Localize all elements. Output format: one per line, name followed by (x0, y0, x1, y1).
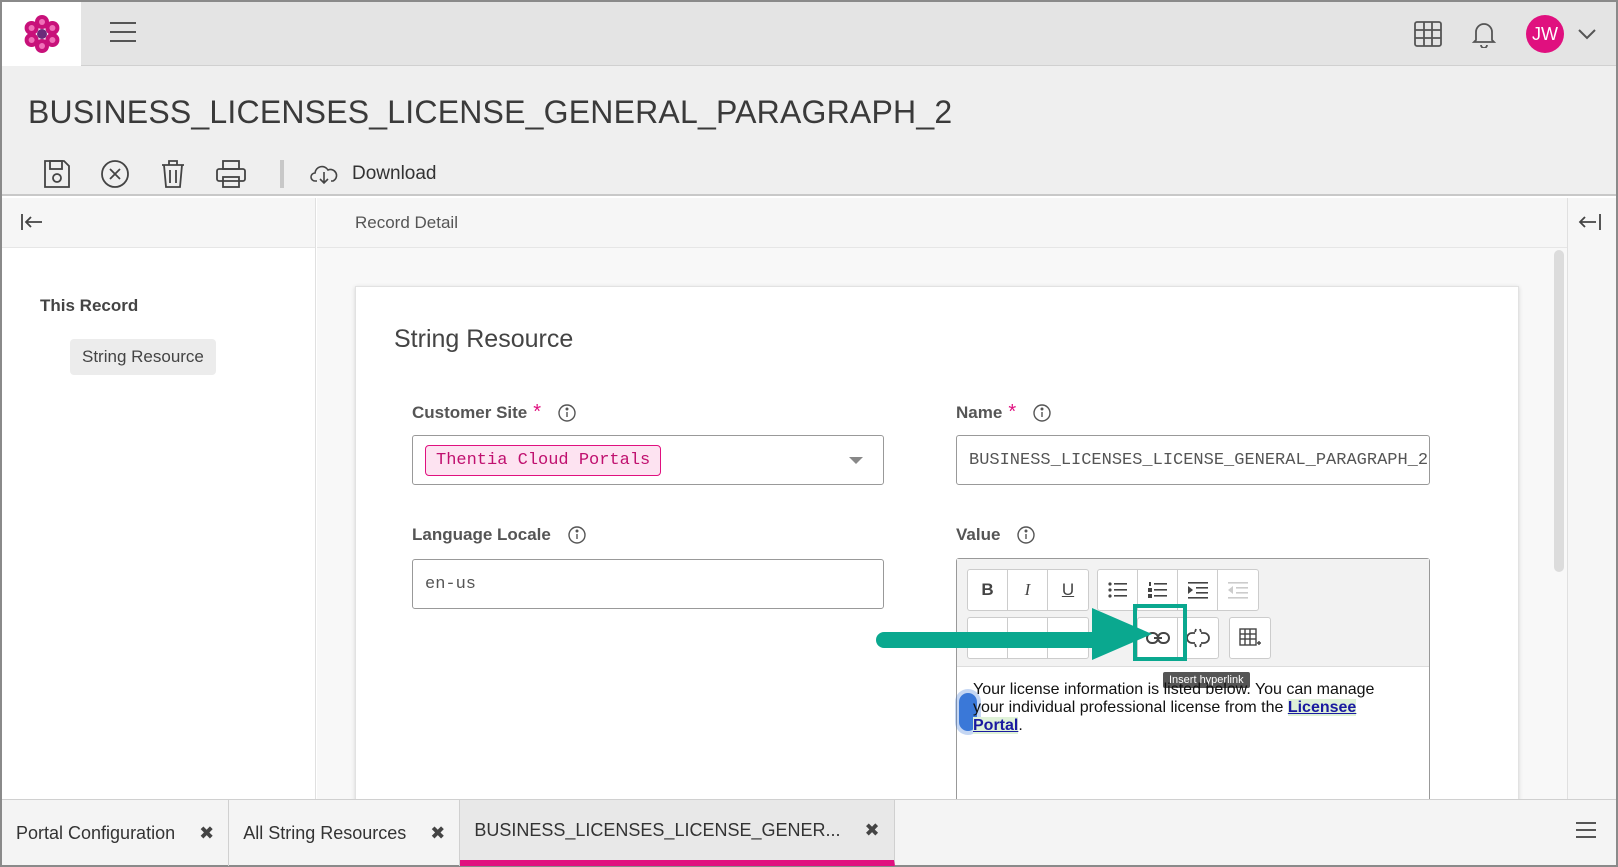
grid-apps-icon[interactable] (1400, 2, 1456, 66)
close-icon[interactable]: ✖ (199, 823, 214, 844)
name-field[interactable]: BUSINESS_LICENSES_LICENSE_GENERAL_PARAGR… (956, 435, 1430, 485)
breadcrumb: Record Detail (355, 213, 458, 232)
chevron-down-icon[interactable] (1572, 28, 1602, 40)
user-avatar[interactable]: JW (1526, 15, 1564, 53)
rich-text-editor[interactable]: B I U Insert hyperlink Your license info… (956, 558, 1430, 807)
tab-menu-icon[interactable] (1576, 822, 1596, 842)
nav-section-title: This Record (40, 296, 139, 315)
customer-site-chip[interactable]: Thentia Cloud Portals (425, 444, 662, 476)
trash-icon[interactable] (144, 154, 202, 194)
cancel-circle-icon[interactable] (86, 154, 144, 194)
app-logo[interactable] (2, 2, 81, 66)
value-label: Value (956, 525, 1036, 545)
record-toolbar: Download (28, 154, 437, 194)
collapse-right-icon[interactable] (1578, 212, 1602, 237)
required-asterisk: * (1008, 401, 1017, 423)
info-icon[interactable] (1016, 525, 1036, 545)
print-icon[interactable] (202, 154, 260, 194)
left-nav-panel: This Record String Resource (2, 198, 316, 799)
top-bar: JW (2, 2, 1616, 66)
download-label: Download (352, 163, 437, 184)
customer-site-select[interactable]: Thentia Cloud Portals (412, 435, 884, 485)
info-icon[interactable] (1032, 403, 1052, 423)
vertical-scrollbar[interactable] (1554, 250, 1564, 572)
tab-current-record[interactable]: BUSINESS_LICENSES_LICENSE_GENER... ✖ (460, 800, 895, 866)
name-label: Name * (956, 401, 1052, 424)
card-title: String Resource (394, 325, 574, 353)
collapse-left-icon[interactable] (20, 212, 44, 237)
editor-content[interactable]: Your license information is listed below… (973, 681, 1403, 735)
customer-site-label: Customer Site * (412, 401, 577, 424)
info-icon[interactable] (567, 525, 587, 545)
string-resource-card: String Resource Customer Site * Thentia C… (355, 286, 1519, 807)
required-asterisk: * (533, 401, 542, 423)
menu-icon[interactable] (110, 22, 136, 44)
flower-logo-icon (24, 15, 59, 53)
close-icon[interactable]: ✖ (430, 823, 445, 844)
close-icon[interactable]: ✖ (865, 820, 880, 841)
outdent-icon (1218, 570, 1258, 610)
language-locale-field[interactable]: en-us (412, 559, 884, 609)
info-icon[interactable] (557, 403, 577, 423)
bottom-tab-bar: Portal Configuration ✖ All String Resourc… (2, 799, 1616, 866)
cloud-download-icon (310, 165, 338, 185)
tab-portal-configuration[interactable]: Portal Configuration ✖ (2, 800, 230, 866)
record-header: BUSINESS_LICENSES_LICENSE_GENERAL_PARAGR… (2, 66, 1616, 196)
tab-all-string-resources[interactable]: All String Resources ✖ (229, 800, 461, 866)
save-icon[interactable] (28, 154, 86, 194)
language-locale-label: Language Locale (412, 525, 587, 545)
download-button[interactable]: Download (310, 163, 437, 185)
toolbar-divider (280, 160, 284, 188)
right-panel (1567, 198, 1616, 799)
annotation-arrow-icon (876, 608, 1152, 660)
nav-item-string-resource[interactable]: String Resource (70, 339, 216, 375)
bell-icon[interactable] (1456, 2, 1512, 66)
page-title: BUSINESS_LICENSES_LICENSE_GENERAL_PARAGR… (28, 94, 953, 130)
insert-table-icon[interactable] (1230, 618, 1270, 658)
caret-down-icon[interactable] (849, 457, 863, 464)
